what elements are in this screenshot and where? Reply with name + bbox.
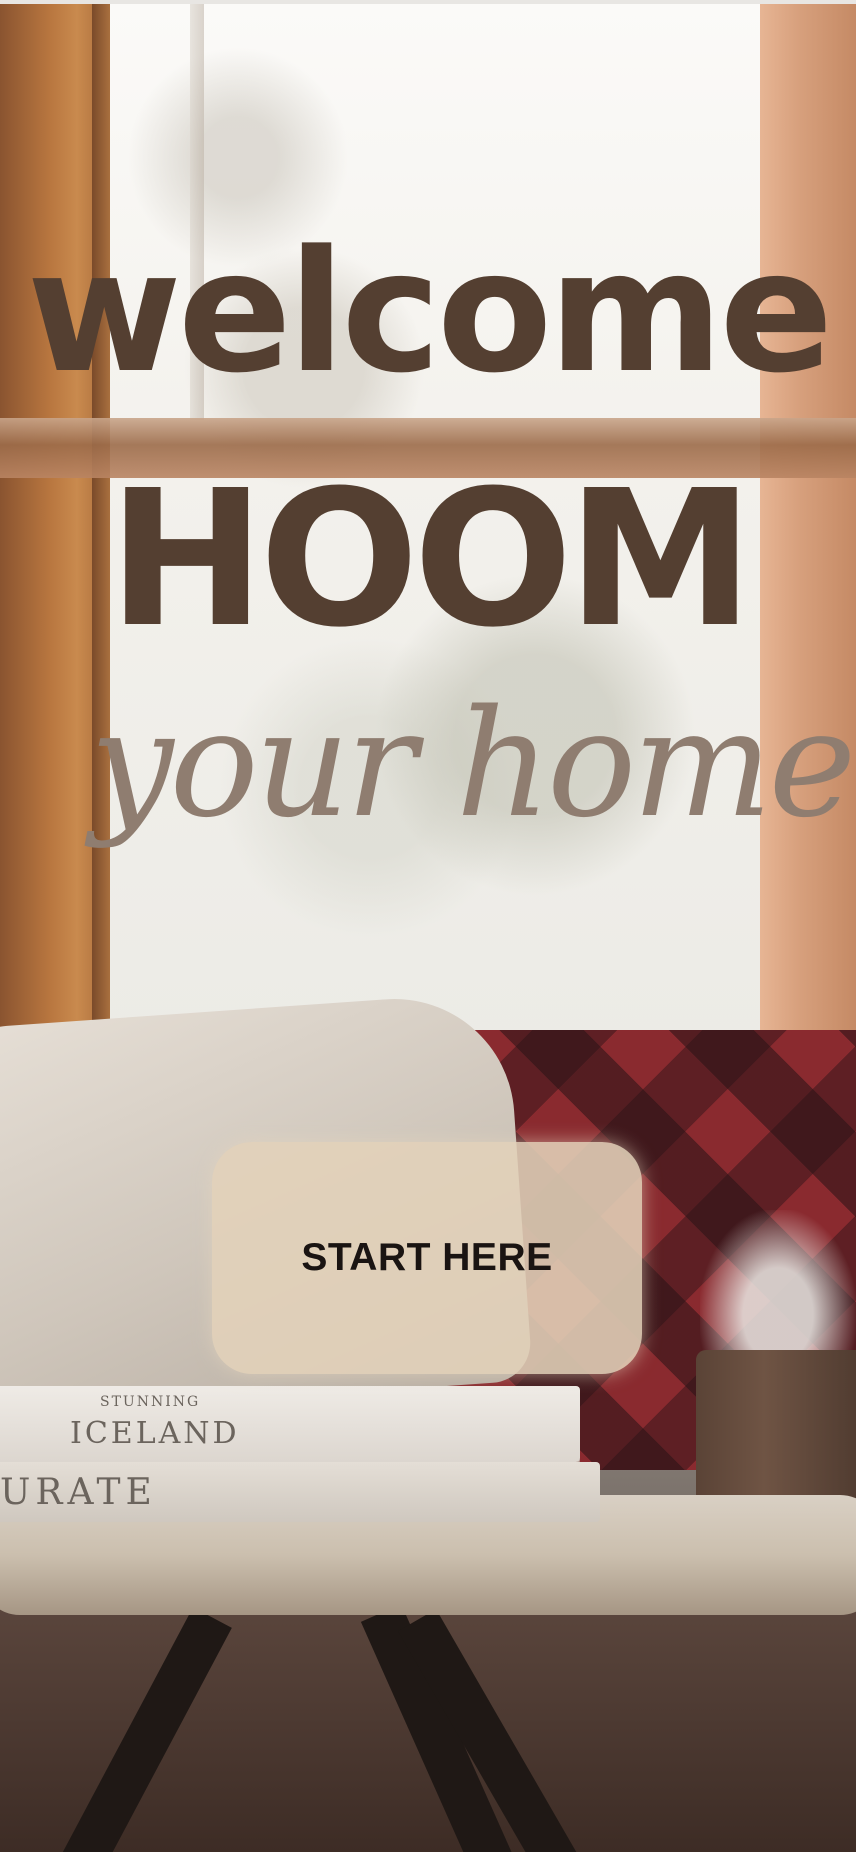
start-here-button[interactable]: START HERE xyxy=(212,1142,642,1374)
book-iceland: STUNNING ICELAND xyxy=(0,1386,580,1462)
book-subtitle: STUNNING xyxy=(100,1394,201,1410)
headline-welcome: welcome xyxy=(26,214,834,410)
welcome-screen: STUNNING ICELAND URATE welcome HOOM your… xyxy=(0,0,856,1852)
book-curate: URATE xyxy=(0,1462,600,1522)
steam xyxy=(700,1210,856,1360)
headline-brand: HOOM xyxy=(107,450,754,669)
start-here-label: START HERE xyxy=(301,1236,553,1279)
book-title: ICELAND xyxy=(70,1416,240,1451)
book-title: URATE xyxy=(0,1472,157,1513)
headline-your-home: your home xyxy=(90,678,856,850)
status-strip xyxy=(0,0,856,4)
incense-holder xyxy=(696,1350,856,1508)
